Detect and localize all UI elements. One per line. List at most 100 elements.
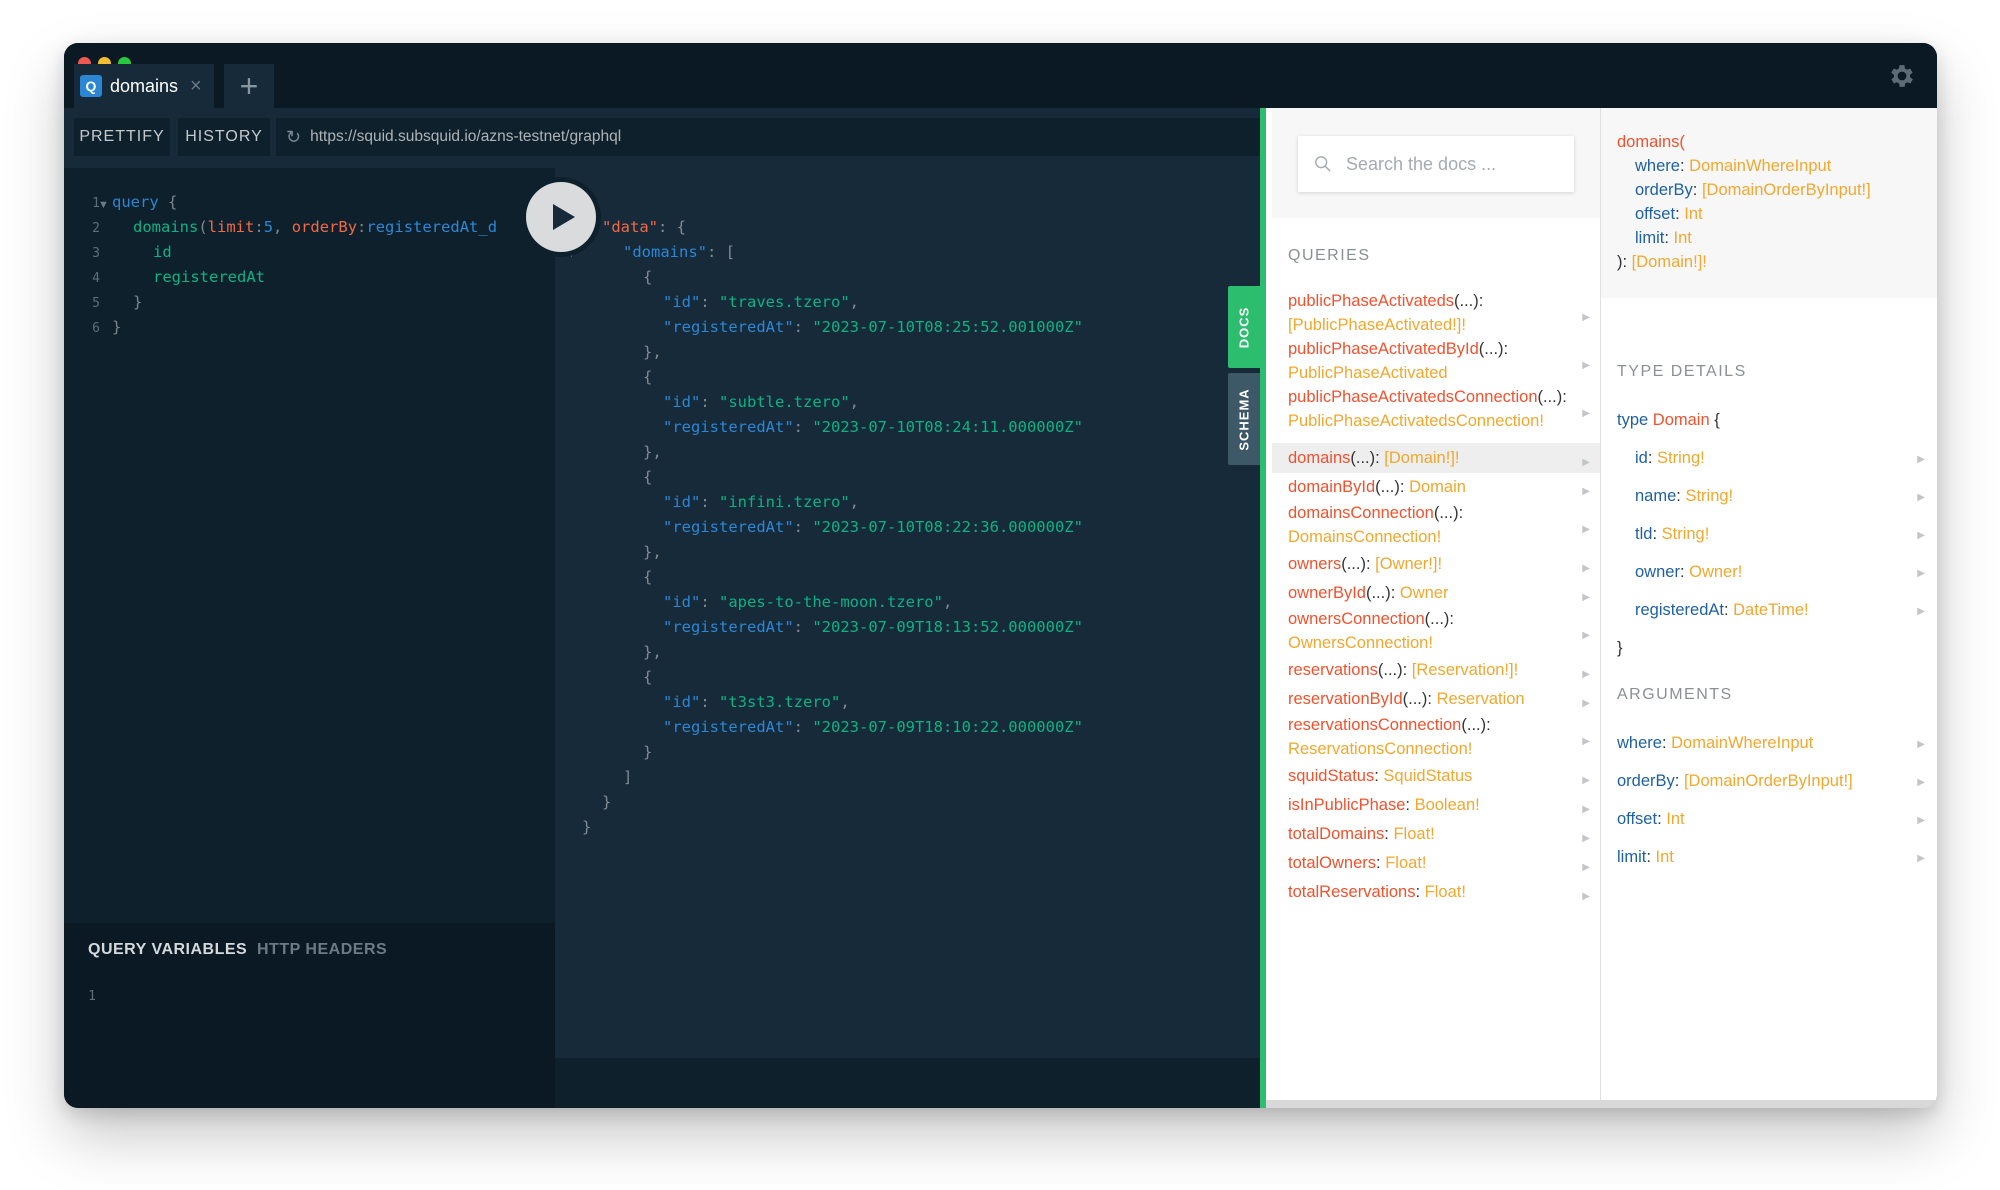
json-brace: }, (643, 443, 662, 461)
type-declaration[interactable]: type Domain { (1617, 411, 1720, 430)
code-line-1: query { (112, 193, 178, 211)
json-brace: { (643, 468, 653, 486)
chevron-right-icon: ▶ (1582, 408, 1590, 419)
json-id: "id": "subtle.tzero", (663, 393, 859, 411)
json-registered-at: "registeredAt": "2023-07-09T18:13:52.000… (663, 618, 1083, 636)
close-tab-icon[interactable]: × (190, 75, 202, 98)
signature-arg[interactable]: limit: Int (1635, 229, 1692, 248)
endpoint-url-text: https://squid.subsquid.io/azns-testnet/g… (310, 128, 622, 145)
json-brace: { (643, 368, 653, 386)
query-item-publicPhaseActivatedById[interactable]: publicPhaseActivatedById(...): PublicPhas… (1272, 337, 1600, 385)
chevron-right-icon: ▶ (1917, 606, 1925, 617)
json-brace: { (643, 568, 653, 586)
json-id: "id": "infini.tzero", (663, 493, 859, 511)
query-item-owners[interactable]: owners(...): [Owner!]! ▶ (1272, 549, 1600, 579)
tab-schema[interactable]: SCHEMA (1228, 373, 1260, 465)
chevron-right-icon: ▶ (1582, 736, 1590, 747)
query-item-publicPhaseActivateds[interactable]: publicPhaseActivateds(...): [PublicPhaseA… (1272, 289, 1600, 337)
query-item-totalOwners[interactable]: totalOwners: Float! ▶ (1272, 848, 1600, 878)
signature-arg[interactable]: orderBy: [DomainOrderByInput!] (1635, 181, 1871, 200)
tab-http-headers[interactable]: HTTP HEADERS (257, 941, 387, 959)
signature-arg[interactable]: where: DomainWhereInput (1635, 157, 1831, 176)
result-footer (555, 1058, 1260, 1108)
arguments-heading: ARGUMENTS (1617, 686, 1733, 703)
json-bracket: ] (623, 768, 633, 786)
signature-arg[interactable]: offset: Int (1635, 205, 1703, 224)
query-item-isInPublicPhase[interactable]: isInPublicPhase: Boolean! ▶ (1272, 790, 1600, 820)
type-close-brace: } (1617, 639, 1623, 657)
tab-query-variables[interactable]: QUERY VARIABLES (88, 941, 247, 959)
play-icon (553, 204, 575, 230)
prettify-button[interactable]: PRETTIFY (74, 118, 170, 156)
json-registered-at: "registeredAt": "2023-07-10T08:22:36.000… (663, 518, 1083, 536)
query-item-totalDomains[interactable]: totalDomains: Float! ▶ (1272, 819, 1600, 849)
json-id: "id": "t3st3.tzero", (663, 693, 850, 711)
query-item-domainById[interactable]: domainById(...): Domain ▶ (1272, 472, 1600, 502)
type-details-heading: TYPE DETAILS (1617, 363, 1747, 380)
add-tab-button[interactable]: + (224, 64, 274, 108)
search-icon (1315, 156, 1331, 172)
json-registered-at: "registeredAt": "2023-07-10T08:25:52.001… (663, 318, 1083, 336)
query-item-reservationsConnection[interactable]: reservationsConnection(...): Reservations… (1272, 713, 1600, 761)
json-brace: }, (643, 643, 662, 661)
line-number: 3 (92, 246, 100, 261)
chevron-right-icon: ▶ (1917, 739, 1925, 750)
docs-detail-column: domains( where: DomainWhereInput orderBy… (1601, 108, 1937, 1108)
chevron-right-icon: ▶ (1917, 777, 1925, 788)
history-button[interactable]: HISTORY (178, 118, 270, 156)
json-brace: { (643, 268, 653, 286)
type-field-id[interactable]: id: String! ▶ (1635, 449, 1925, 468)
query-item-totalReservations[interactable]: totalReservations: Float! ▶ (1272, 877, 1600, 907)
json-registered-at: "registeredAt": "2023-07-10T08:24:11.000… (663, 418, 1083, 436)
argument-offset[interactable]: offset: Int ▶ (1617, 810, 1925, 829)
query-editor[interactable]: 1 2 3 4 5 6 ▼ query { domains(limit:5, o… (64, 168, 555, 923)
settings-gear-icon[interactable] (1887, 61, 1917, 91)
type-field-name[interactable]: name: String! ▶ (1635, 487, 1925, 506)
queries-heading: QUERIES (1288, 247, 1371, 264)
docs-explorer: Search the docs ... QUERIES publicPhaseA… (1260, 108, 1937, 1108)
query-item-reservationById[interactable]: reservationById(...): Reservation ▶ (1272, 684, 1600, 714)
chevron-right-icon: ▶ (1917, 492, 1925, 503)
tab-docs[interactable]: DOCS (1228, 286, 1260, 368)
json-domains-key: "domains": [ (623, 243, 735, 261)
code-line-3: id (153, 243, 172, 261)
query-item-domains[interactable]: domains(...): [Domain!]! ▶ (1272, 443, 1600, 473)
json-registered-at: "registeredAt": "2023-07-09T18:10:22.000… (663, 718, 1083, 736)
signature-field-name: domains( (1617, 133, 1685, 151)
query-item-ownersConnection[interactable]: ownersConnection(...): OwnersConnection! ▶ (1272, 607, 1600, 655)
field-signature: domains( where: DomainWhereInput orderBy… (1601, 108, 1937, 298)
line-number: 1 (92, 196, 100, 211)
docs-search-input[interactable]: Search the docs ... (1298, 136, 1574, 192)
tab-title: domains (110, 75, 179, 96)
json-id: "id": "traves.tzero", (663, 293, 859, 311)
argument-limit[interactable]: limit: Int ▶ (1617, 848, 1925, 867)
chevron-right-icon: ▶ (1582, 312, 1590, 323)
docs-queries-column: Search the docs ... QUERIES publicPhaseA… (1272, 108, 1600, 1108)
line-number: 2 (92, 221, 100, 236)
query-item-publicPhaseActivatedsConnection[interactable]: publicPhaseActivatedsConnection(...): Pub… (1272, 385, 1600, 433)
fold-arrow-icon[interactable]: ▼ (98, 199, 109, 211)
json-brace: } (582, 818, 592, 836)
execute-query-button[interactable] (521, 177, 601, 257)
signature-return[interactable]: ): [Domain!]! (1617, 253, 1707, 272)
chevron-right-icon: ▶ (1917, 568, 1925, 579)
query-item-domainsConnection[interactable]: domainsConnection(...): DomainsConnection… (1272, 501, 1600, 549)
query-item-reservations[interactable]: reservations(...): [Reservation!]! ▶ (1272, 655, 1600, 685)
json-brace: }, (643, 543, 662, 561)
query-variables-pane: QUERY VARIABLES HTTP HEADERS 1 (64, 923, 555, 1108)
type-field-registered-at[interactable]: registeredAt: DateTime! ▶ (1635, 601, 1925, 620)
chevron-right-icon: ▶ (1917, 530, 1925, 541)
line-number: 6 (92, 321, 100, 336)
playground-window: Q domains × + PRETTIFY HISTORY ↻ https:/… (64, 43, 1937, 1108)
argument-order-by[interactable]: orderBy: [DomainOrderByInput!] ▶ (1617, 772, 1925, 791)
search-placeholder: Search the docs ... (1346, 153, 1497, 174)
argument-where[interactable]: where: DomainWhereInput ▶ (1617, 734, 1925, 753)
endpoint-url-field[interactable]: ↻ https://squid.subsquid.io/azns-testnet… (276, 118, 1260, 156)
line-number: 4 (92, 271, 100, 286)
type-field-tld[interactable]: tld: String! ▶ (1635, 525, 1925, 544)
query-item-squidStatus[interactable]: squidStatus: SquidStatus ▶ (1272, 761, 1600, 791)
query-item-ownerById[interactable]: ownerById(...): Owner ▶ (1272, 578, 1600, 608)
reload-schema-icon[interactable]: ↻ (286, 127, 301, 148)
tab-domains[interactable]: Q domains × (74, 64, 214, 108)
type-field-owner[interactable]: owner: Owner! ▶ (1635, 563, 1925, 582)
